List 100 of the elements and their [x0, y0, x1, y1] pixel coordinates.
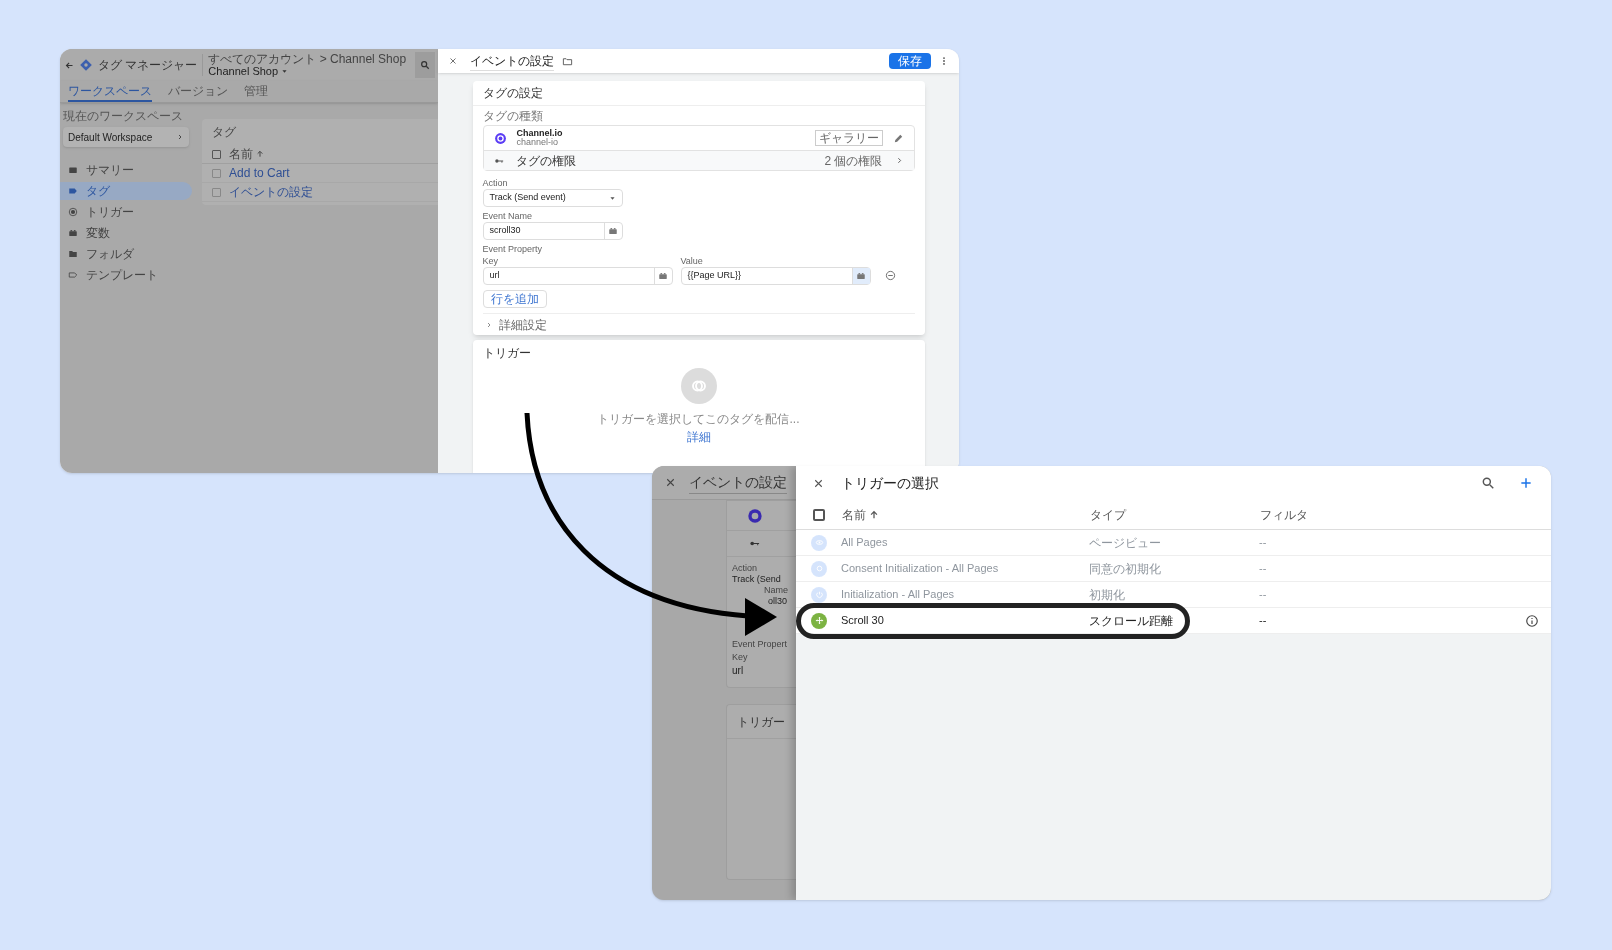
remove-row-icon[interactable]: [884, 270, 896, 281]
folder-icon[interactable]: [562, 55, 573, 67]
close-icon[interactable]: [664, 476, 677, 489]
field-label: Event Name: [482, 210, 534, 222]
info-icon[interactable]: [1525, 613, 1539, 628]
trigger-type: ページビュー: [1089, 534, 1162, 552]
search-icon[interactable]: [1481, 476, 1495, 490]
card-title: タグ: [211, 124, 237, 141]
dialog-title: トリガーの選択: [841, 473, 939, 493]
tag-link[interactable]: Add to Cart: [229, 164, 290, 182]
column-header[interactable]: 名前: [842, 505, 866, 524]
close-icon[interactable]: [448, 56, 458, 66]
workspace-label: 現在のワークスペース: [62, 109, 184, 124]
field-label: Event Property: [482, 243, 544, 255]
field-label: Action: [482, 177, 509, 189]
variable-icon[interactable]: [658, 271, 668, 281]
search-icon: [420, 60, 430, 70]
add-icon[interactable]: [1519, 476, 1533, 490]
nav-item[interactable]: テンプレート: [60, 266, 192, 284]
folder-icon: [68, 249, 78, 259]
trigger-type: スクロール距離: [1089, 612, 1174, 630]
sort-arrow-icon: [869, 509, 879, 520]
workspace-tab[interactable]: ワークスペース: [68, 83, 152, 102]
container-selector[interactable]: Channel Shop: [208, 66, 289, 77]
text-field[interactable]: scroll30: [482, 222, 623, 240]
consent-trigger-icon: [811, 560, 827, 577]
nav-item[interactable]: フォルダ: [60, 245, 192, 263]
gallery-badge: ギャラリー: [814, 130, 883, 146]
initialization-trigger-icon: [811, 586, 827, 603]
trigger-icon: [68, 207, 78, 217]
breadcrumb[interactable]: すべてのアカウント > Channel Shop: [208, 53, 407, 65]
trigger-name: All Pages: [841, 535, 889, 551]
advanced-settings-toggle[interactable]: 詳細設定: [482, 313, 915, 335]
caret-icon: [281, 68, 289, 75]
trigger-filter: --: [1259, 587, 1268, 603]
trigger-name: Consent Initialization - All Pages: [841, 561, 1000, 577]
trigger-name: Initialization - All Pages: [841, 587, 956, 603]
app-title: タグ マネージャー: [98, 57, 198, 74]
sort-arrow-icon: [256, 150, 264, 158]
checkbox[interactable]: [212, 187, 221, 197]
column-header[interactable]: フィルタ: [1260, 505, 1308, 524]
field-label: Key: [732, 652, 748, 663]
trigger-filter: --: [1259, 561, 1268, 577]
trigger-name: Scroll 30: [841, 613, 885, 629]
workspace-selector[interactable]: Default Workspace: [63, 127, 189, 147]
checkbox[interactable]: [212, 149, 221, 159]
column-header[interactable]: タイプ: [1090, 505, 1126, 524]
hint-text: トリガーを選択してこのタグを配信...: [597, 411, 800, 428]
column-header[interactable]: 名前: [229, 145, 253, 163]
editor-title[interactable]: イベントの設定: [470, 51, 554, 71]
add-row-button[interactable]: 行を追加: [482, 290, 547, 308]
dropdown-caret-icon: [608, 194, 616, 202]
trigger-row[interactable]: Scroll 30 スクロール距離 --: [796, 608, 1551, 634]
checkbox[interactable]: [212, 168, 221, 178]
text-field[interactable]: {{Page URL}}: [680, 267, 871, 285]
field-value: Track (Send: [732, 574, 781, 585]
workspace-tab[interactable]: 管理: [244, 83, 268, 102]
pageview-trigger-icon: [811, 534, 827, 551]
pencil-icon[interactable]: [892, 132, 904, 144]
tag-link[interactable]: イベントの設定: [229, 183, 313, 201]
variable-icon: [68, 228, 78, 238]
save-button[interactable]: 保存: [889, 53, 931, 69]
trigger-type: 初期化: [1089, 586, 1126, 604]
text-field[interactable]: url: [482, 267, 673, 285]
diamond-logo-icon: [79, 58, 93, 72]
field-label: Action: [732, 563, 757, 574]
field-label: Value: [680, 255, 704, 267]
card-title: トリガー: [481, 345, 532, 362]
channel-logo-icon: [493, 131, 507, 145]
editor-title[interactable]: イベントの設定: [689, 471, 787, 494]
back-arrow-icon[interactable]: [65, 60, 74, 70]
trigger-filter: --: [1259, 613, 1268, 629]
template-icon: [68, 270, 78, 280]
field-label: Event Propert: [732, 639, 788, 650]
tag-type-id: channel-io: [516, 138, 560, 147]
card-title: タグの設定: [472, 81, 925, 106]
nav-item[interactable]: トリガー: [60, 203, 192, 221]
variable-icon[interactable]: [608, 226, 618, 236]
field-value: oll30: [768, 596, 787, 607]
search-button[interactable]: [415, 52, 435, 78]
action-dropdown[interactable]: Track (Send event): [482, 189, 623, 207]
permissions-row[interactable]: タグの権限 2 個の権限: [483, 150, 914, 170]
tag-icon: [68, 186, 78, 196]
nav-item[interactable]: サマリー: [60, 161, 192, 179]
trigger-filter: --: [1259, 535, 1268, 551]
scroll-trigger-icon: [811, 612, 827, 629]
field-label: タグの種類: [482, 109, 544, 123]
nav-item[interactable]: タグ: [60, 182, 192, 200]
nav-item[interactable]: 変数: [60, 224, 192, 242]
variable-icon[interactable]: [856, 271, 866, 281]
channel-logo-icon: [747, 507, 763, 524]
field-label: Name: [764, 585, 788, 596]
field-value: url: [732, 665, 744, 676]
tag-type-name: Channel.io: [516, 129, 563, 138]
details-link[interactable]: 詳細: [686, 428, 711, 446]
field-label: Key: [482, 255, 499, 267]
trigger-type: 同意の初期化: [1089, 560, 1162, 578]
summary-icon: [68, 165, 78, 175]
checkbox[interactable]: [813, 508, 825, 521]
workspace-tab[interactable]: バージョン: [168, 83, 228, 102]
